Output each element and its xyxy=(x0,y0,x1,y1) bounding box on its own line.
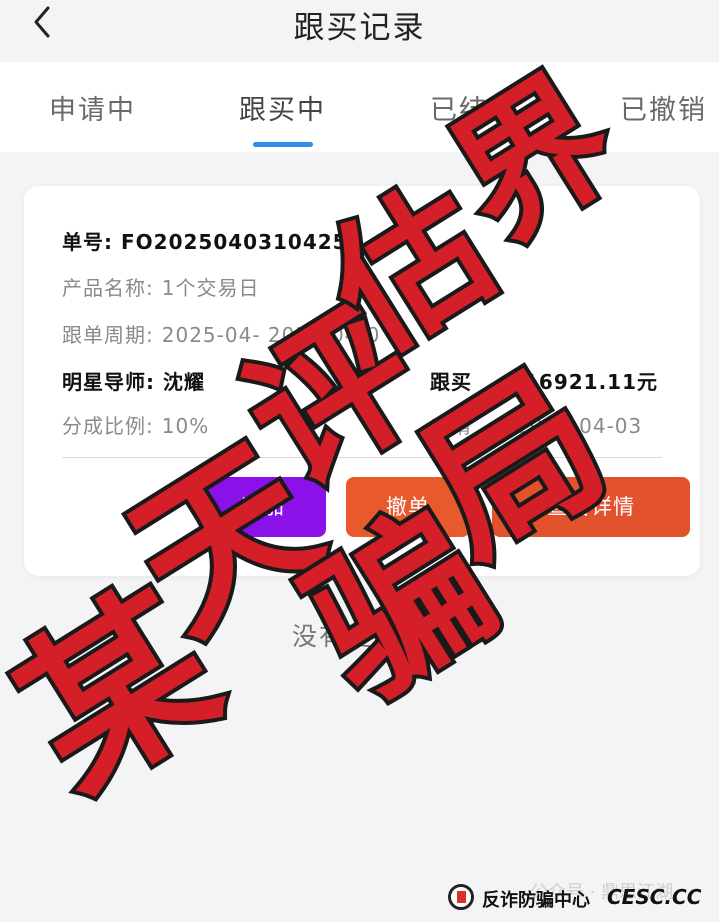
order-number-row: 单号: FO20250403104254 xyxy=(62,226,363,255)
tab-settled[interactable]: 已结 xyxy=(430,88,488,127)
view-details-button[interactable]: 查看详情 xyxy=(492,477,690,537)
amount-label: 跟买 xyxy=(430,370,472,394)
period-label: 跟单周期: xyxy=(62,323,154,347)
cancel-order-button[interactable]: 撤单 xyxy=(346,477,470,537)
mentor-row: 明星导师: 沈耀 xyxy=(62,366,205,395)
order-number-value: FO20250403104254 xyxy=(121,230,363,254)
order-card: 单号: FO20250403104254 产品名称: 1个交易日 跟单周期: 2025… xyxy=(24,186,700,576)
tab-following[interactable]: 跟买中 xyxy=(239,88,326,127)
product-name-label: 产品名称: xyxy=(62,276,154,300)
apply-time-label: 申请 xyxy=(430,414,472,438)
no-more-text: 没有更多了 xyxy=(291,622,427,651)
ratio-label: 分成比例: xyxy=(62,414,154,438)
amount-value: 16921.11元 xyxy=(524,370,659,394)
page: 跟买记录 申请中 跟买中 已结 已撤销 单号: FO20250403104254 … xyxy=(0,0,719,922)
period-row: 跟单周期: 2025-04- 2025-04-0 xyxy=(62,319,380,348)
apply-time-row: 申请 2025-04-03 xyxy=(430,410,642,439)
active-tab-indicator xyxy=(253,142,313,147)
footer-watermark: 公众号 · 鼎思江湖 反诈防骗中心 CESC.CC xyxy=(440,870,719,922)
anti-fraud-logo-icon xyxy=(448,884,474,910)
status-tabs: 申请中 跟买中 已结 已撤销 xyxy=(0,62,719,152)
period-value: 2025-04- 2025-04-0 xyxy=(161,323,381,347)
mentor-value: 沈耀 xyxy=(163,370,205,394)
footer-brand: CESC.CC xyxy=(607,885,702,909)
add-button[interactable]: 追加 xyxy=(200,477,326,537)
footer-label: 反诈防骗中心 xyxy=(482,890,590,911)
ratio-row: 分成比例: 10% xyxy=(62,410,209,439)
product-name-value: 1个交易日 xyxy=(161,276,260,300)
apply-time-value: 2025-04-03 xyxy=(516,414,643,438)
tab-applying[interactable]: 申请中 xyxy=(49,88,136,127)
card-divider xyxy=(62,457,662,458)
order-number-label: 单号: xyxy=(62,230,113,254)
mentor-label: 明星导师: xyxy=(62,370,155,394)
product-name-row: 产品名称: 1个交易日 xyxy=(62,272,259,301)
top-bar: 跟买记录 xyxy=(0,0,719,62)
amount-row: 跟买 16921.11元 xyxy=(430,366,658,395)
page-title: 跟买记录 xyxy=(293,10,426,46)
ratio-value: 10% xyxy=(161,414,210,438)
tab-cancelled[interactable]: 已撤销 xyxy=(620,88,707,127)
